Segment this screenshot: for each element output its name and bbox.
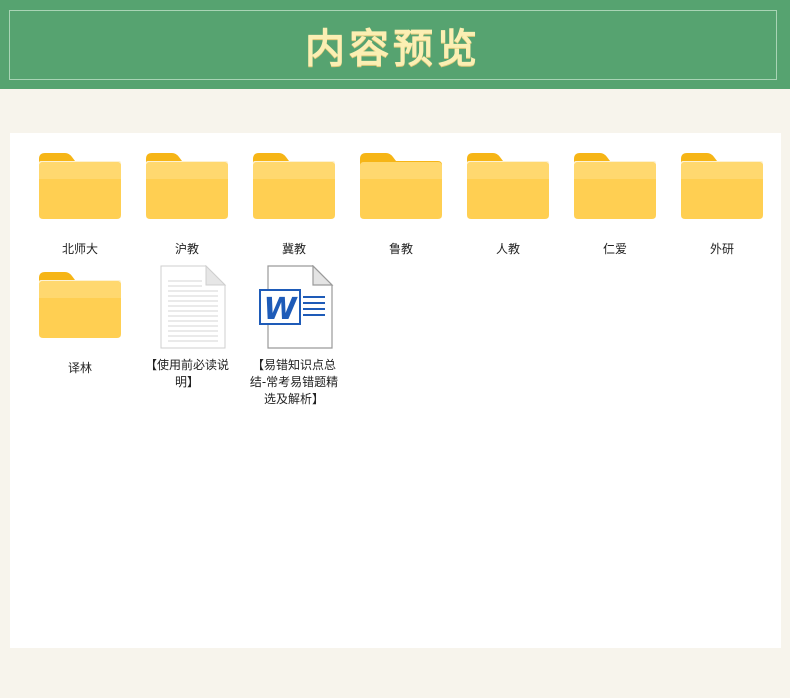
folder-item-beishida[interactable]: 北师大: [30, 149, 130, 258]
folder-item-lujiao[interactable]: 鲁教: [351, 149, 451, 258]
item-label: 鲁教: [388, 242, 413, 256]
file-item-readme[interactable]: 【使用前必读说明】: [137, 265, 237, 391]
folder-icon: [37, 149, 123, 235]
header-banner: 内容预览: [0, 0, 790, 89]
item-label: 译林: [67, 361, 92, 375]
folder-icon: [144, 149, 230, 235]
folder-item-renjiao[interactable]: 人教: [458, 149, 558, 258]
item-label: 沪教: [174, 242, 199, 256]
item-label: 北师大: [61, 242, 98, 256]
folder-item-waiyan[interactable]: 外研: [672, 149, 772, 258]
file-item-word-summary[interactable]: W 【易错知识点总结-常考易错题精选及解析】: [244, 265, 344, 408]
folder-item-renai[interactable]: 仁爱: [565, 149, 665, 258]
file-grid-panel: 北师大 沪教 冀教 鲁教 人教 仁爱 外研 译林 【使用前必读说明】 W 【易错…: [10, 133, 781, 648]
folder-icon: [358, 149, 444, 235]
folder-item-yilin[interactable]: 译林: [30, 268, 130, 377]
item-label: 仁爱: [602, 242, 627, 256]
folder-icon: [572, 149, 658, 235]
word-document-icon: W: [251, 265, 337, 351]
header-frame: 内容预览: [9, 10, 777, 80]
folder-icon: [679, 149, 765, 235]
folder-item-hujiao[interactable]: 沪教: [137, 149, 237, 258]
folder-icon: [465, 149, 551, 235]
item-label: 冀教: [281, 242, 306, 256]
folder-item-jijiao[interactable]: 冀教: [244, 149, 344, 258]
page-title: 内容预览: [305, 25, 481, 72]
folder-icon: [37, 268, 123, 354]
item-label: 外研: [709, 242, 734, 256]
folder-icon: [251, 149, 337, 235]
document-icon: [144, 265, 230, 351]
item-label: 【使用前必读说明】: [144, 358, 229, 389]
item-label: 人教: [495, 242, 520, 256]
item-label: 【易错知识点总结-常考易错题精选及解析】: [249, 358, 339, 406]
svg-text:W: W: [263, 292, 298, 327]
